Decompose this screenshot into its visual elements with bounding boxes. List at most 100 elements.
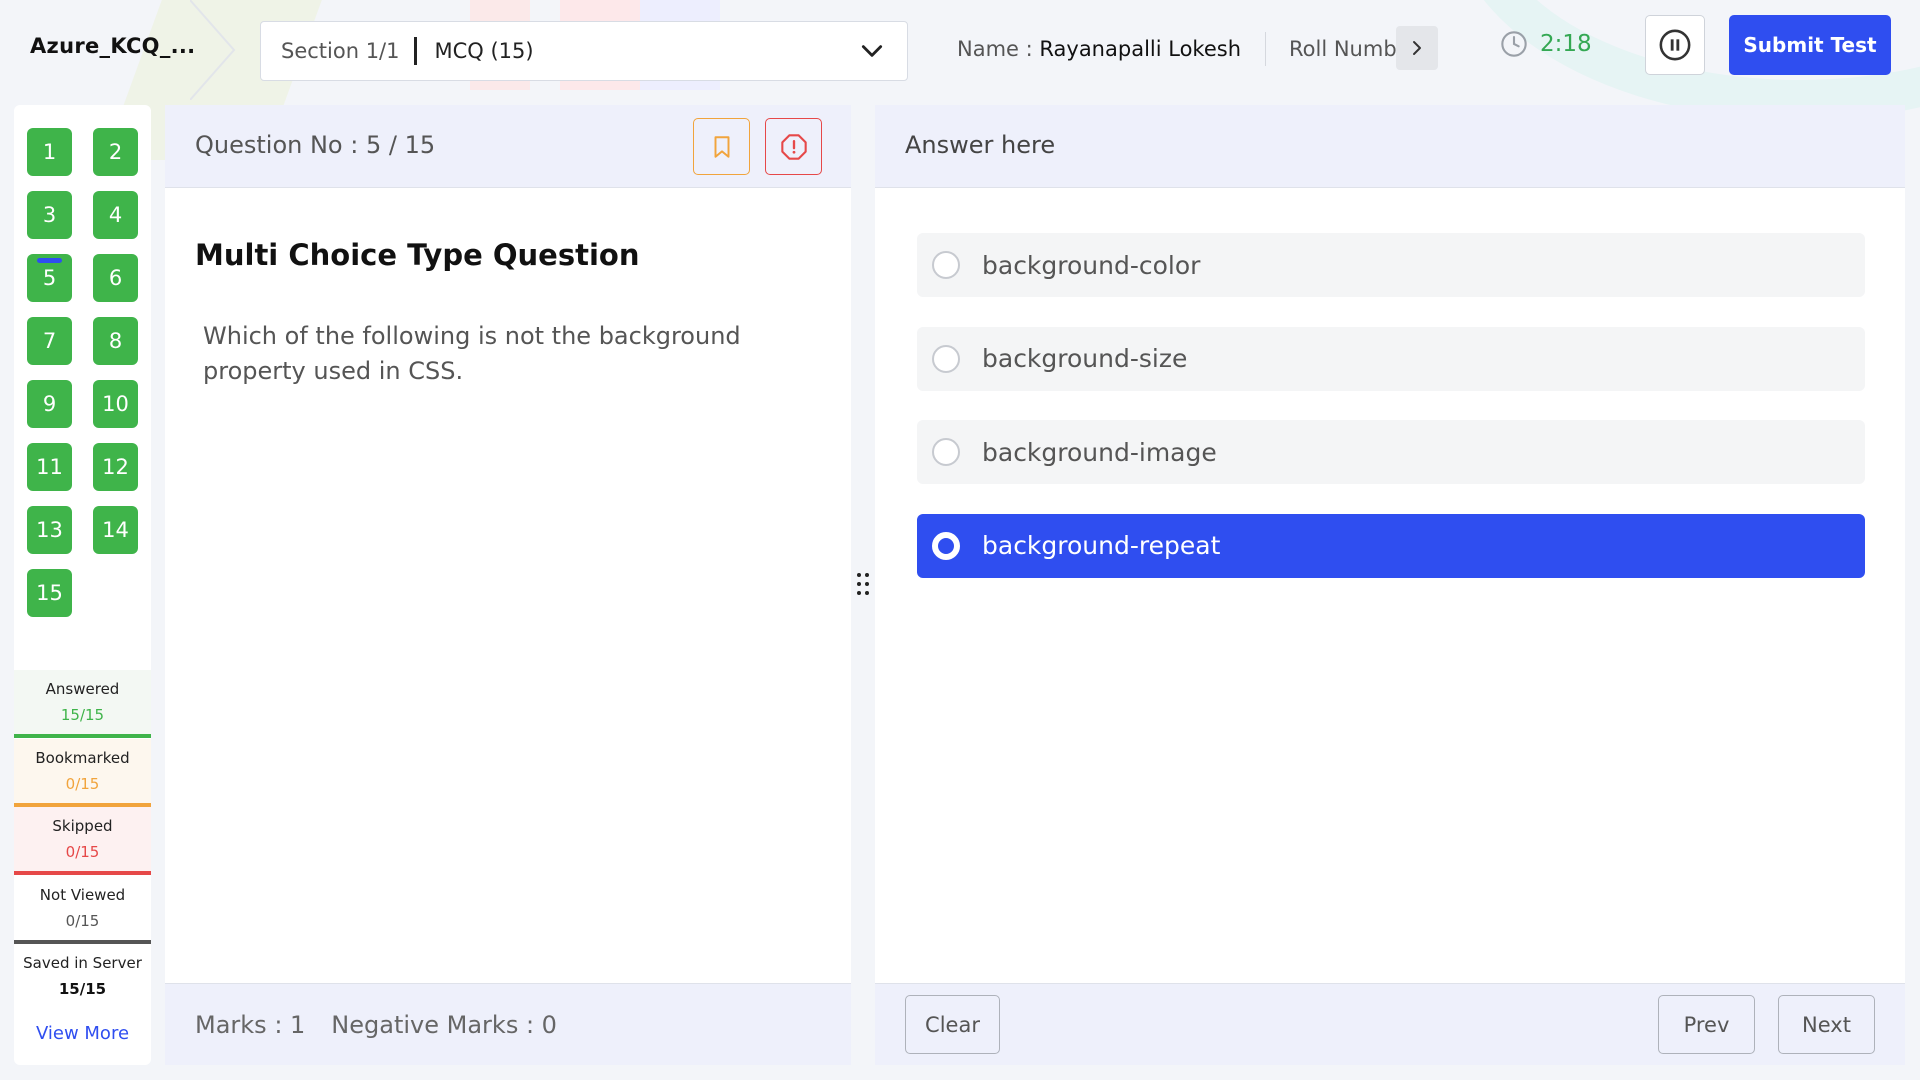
question-button-15[interactable]: 15 (27, 569, 72, 617)
chevron-down-icon (861, 45, 883, 57)
question-button-8[interactable]: 8 (93, 317, 138, 365)
stat-value: 15/15 (58, 980, 107, 998)
name-label: Name : (957, 37, 1040, 61)
marks-value: Marks : 1 (195, 1011, 306, 1039)
question-button-label: 15 (36, 581, 63, 605)
bookmark-button[interactable] (693, 118, 750, 175)
name-value: Rayanapalli Lokesh (1039, 37, 1242, 61)
option-label: background-color (982, 250, 1201, 280)
bookmark-icon (714, 135, 729, 158)
timer-value: 2:18 (1540, 31, 1592, 57)
question-button-label: 14 (102, 518, 129, 542)
pause-button[interactable] (1645, 15, 1705, 75)
top-header: Azure_KCQ_... Section 1/1 MCQ (15) Name … (0, 0, 1920, 100)
stat-saved-in-server: Saved in Server 15/15 (14, 944, 151, 1012)
question-button-label: 8 (108, 329, 123, 353)
question-button-label: 12 (102, 455, 129, 479)
question-button-label: 4 (108, 203, 123, 227)
stat-label: Bookmarked (35, 748, 130, 767)
stat-bar (14, 871, 151, 875)
pause-icon (1659, 29, 1691, 61)
question-panel: Question No : 5 / 15 Multi Choice Type Q… (165, 105, 851, 1065)
stat-label: Answered (45, 680, 120, 698)
stat-value: 0/15 (65, 843, 100, 861)
question-type: Multi Choice Type Question (195, 238, 640, 272)
question-button-13[interactable]: 13 (27, 506, 72, 554)
stat-value: 0/15 (65, 911, 100, 930)
question-header: Question No : 5 / 15 (165, 105, 851, 188)
breadcrumb-separator (190, 0, 236, 100)
chevron-right-icon (1413, 41, 1421, 55)
roll-number-label: Roll Numb (1289, 37, 1397, 61)
question-button-label: 5 (42, 266, 57, 290)
stat-bar (14, 802, 151, 807)
stat-skipped: Skipped 0/15 (14, 807, 151, 875)
question-button-2[interactable]: 2 (93, 128, 138, 176)
stat-value: 0/15 (65, 774, 100, 793)
answer-option[interactable]: background-repeat (917, 513, 1865, 578)
radio-button[interactable] (932, 438, 960, 466)
question-button-4[interactable]: 4 (93, 191, 138, 239)
stat-not-viewed: Not Viewed 0/15 (14, 875, 151, 944)
section-label: Section 1/1 (281, 39, 400, 63)
question-button-14[interactable]: 14 (93, 506, 138, 554)
question-button-label: 6 (108, 266, 123, 290)
question-button-11[interactable]: 11 (27, 443, 72, 491)
option-label: background-size (982, 344, 1188, 373)
question-button-12[interactable]: 12 (93, 443, 138, 491)
question-palette: 1 2 3 4 5 6 7 8 9 10 11 12 13 14 15 Answered 15/15 Bookm… (14, 105, 151, 1065)
section-divider (413, 37, 417, 65)
answer-title: Answer here (905, 131, 1056, 159)
negative-marks-value: Negative Marks : 0 (331, 1011, 557, 1039)
stat-label: Saved in Server (23, 954, 142, 972)
stat-bar (14, 734, 151, 738)
stat-answered: Answered 15/15 (14, 670, 151, 738)
question-button-1[interactable]: 1 (27, 128, 72, 176)
candidate-name: Name : Rayanapalli Lokesh (957, 37, 1241, 61)
question-button-label: 1 (42, 140, 57, 164)
question-button-label: 2 (108, 140, 123, 164)
app-title: Azure_KCQ_... (30, 34, 196, 58)
radio-button[interactable] (932, 344, 960, 373)
marks-info: Marks : 1 Negative Marks : 0 (195, 1011, 557, 1039)
stat-value: 15/15 (60, 706, 105, 724)
question-button-6[interactable]: 6 (93, 254, 138, 302)
stat-label: Not Viewed (39, 885, 126, 904)
question-button-label: 11 (36, 455, 63, 479)
clear-button[interactable]: Clear (905, 995, 1000, 1054)
question-button-label: 13 (36, 518, 63, 542)
stat-bookmarked: Bookmarked 0/15 (14, 738, 151, 807)
question-button-9[interactable]: 9 (27, 380, 72, 428)
drag-handle-icon[interactable] (856, 572, 870, 596)
answer-option[interactable]: background-size (917, 326, 1865, 391)
answer-option[interactable]: background-image (917, 420, 1865, 484)
report-button[interactable] (765, 118, 822, 175)
roll-scroll-button[interactable] (1396, 26, 1438, 70)
section-select[interactable]: Section 1/1 MCQ (15) (260, 21, 908, 81)
question-button-label: 3 (42, 203, 57, 227)
question-button-3[interactable]: 3 (27, 191, 72, 239)
radio-button[interactable] (932, 251, 960, 279)
alert-icon (780, 133, 807, 160)
radio-button[interactable] (932, 531, 960, 560)
question-number: Question No : 5 / 15 (195, 131, 436, 159)
option-label: background-repeat (982, 531, 1221, 560)
answer-panel: Answer here background-color background-s… (875, 105, 1905, 1065)
stat-bar (14, 939, 151, 944)
question-button-10[interactable]: 10 (93, 380, 138, 428)
answer-option[interactable]: background-color (917, 233, 1865, 297)
section-name: MCQ (15) (434, 39, 534, 63)
next-button[interactable]: Next (1778, 995, 1875, 1054)
question-button-label: 9 (42, 392, 57, 416)
clock-icon (1501, 31, 1527, 57)
question-button-label: 10 (102, 392, 129, 416)
question-footer: Marks : 1 Negative Marks : 0 (165, 983, 851, 1065)
header-divider (1265, 32, 1266, 66)
question-button-label: 7 (42, 329, 57, 353)
submit-test-button[interactable]: Submit Test (1729, 15, 1891, 75)
prev-button[interactable]: Prev (1658, 995, 1755, 1054)
question-button-5[interactable]: 5 (27, 254, 72, 302)
view-more-link[interactable]: View More (14, 1023, 151, 1044)
current-question-marker (37, 258, 62, 263)
question-button-7[interactable]: 7 (27, 317, 72, 365)
